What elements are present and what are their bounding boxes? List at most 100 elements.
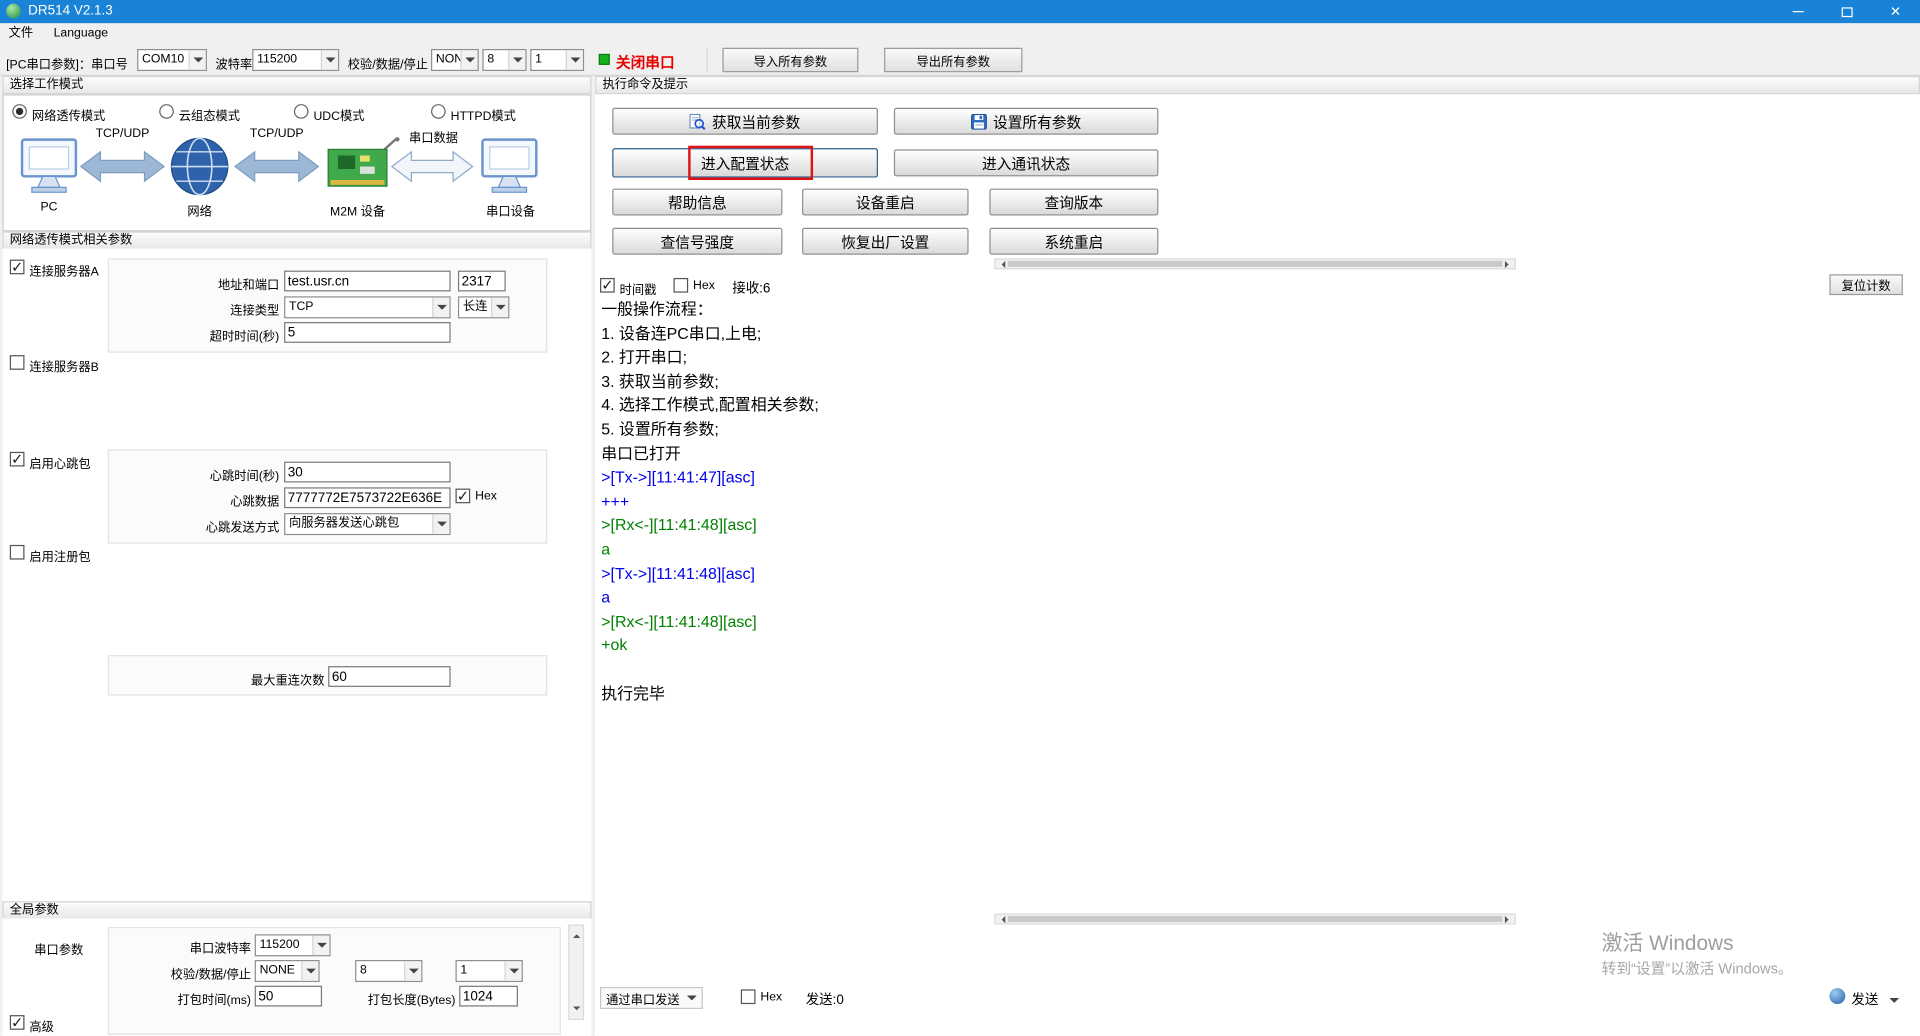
conn-type-select[interactable]: TCP bbox=[284, 296, 451, 318]
m2m-device-icon bbox=[328, 137, 399, 186]
mode-radio-httpd[interactable] bbox=[431, 104, 446, 119]
heartbeat-label: 启用心跳包 bbox=[29, 453, 90, 471]
g-parity-select[interactable]: NONE bbox=[255, 960, 320, 982]
export-params-button[interactable]: 导出所有参数 bbox=[884, 48, 1022, 72]
scroll-left-icon[interactable] bbox=[998, 915, 1005, 922]
menu-file[interactable]: 文件 bbox=[0, 23, 42, 44]
pack-len-label: 打包长度(Bytes) bbox=[353, 989, 456, 1007]
g-databits-select[interactable]: 8 bbox=[355, 960, 422, 982]
query-version-button[interactable]: 查询版本 bbox=[989, 189, 1158, 216]
scroll-right-icon[interactable] bbox=[1505, 260, 1512, 267]
enter-config-button[interactable]: 进入配置状态 bbox=[612, 148, 878, 177]
com-port-select[interactable]: COM10 bbox=[137, 49, 207, 71]
pack-len-input[interactable] bbox=[459, 986, 518, 1007]
heartbeat-checkbox[interactable] bbox=[10, 452, 25, 467]
chevron-down-icon[interactable] bbox=[566, 50, 583, 70]
get-params-label: 获取当前参数 bbox=[712, 111, 800, 132]
hb-data-label: 心跳数据 bbox=[157, 491, 279, 509]
chevron-down-icon[interactable] bbox=[432, 298, 449, 318]
chevron-down-icon[interactable] bbox=[460, 50, 477, 70]
baud-select[interactable]: 115200 bbox=[252, 49, 339, 71]
send-dropdown-icon[interactable] bbox=[1889, 998, 1899, 1008]
log-top-scrollbar[interactable] bbox=[994, 258, 1516, 269]
hb-time-input[interactable] bbox=[284, 462, 451, 483]
g-databits-value: 8 bbox=[356, 961, 404, 981]
minimize-icon bbox=[1792, 11, 1803, 12]
set-params-button[interactable]: 设置所有参数 bbox=[894, 108, 1158, 135]
log-line: >[Tx->][11:41:48][asc] bbox=[601, 561, 1917, 585]
left-panel-scrollbar[interactable] bbox=[568, 924, 584, 1020]
databits-select[interactable]: 8 bbox=[482, 49, 526, 71]
g-baud-select[interactable]: 115200 bbox=[255, 934, 331, 956]
scrollbar-thumb[interactable] bbox=[1008, 261, 1503, 267]
scroll-right-icon[interactable] bbox=[1505, 915, 1512, 922]
device-reboot-button[interactable]: 设备重启 bbox=[802, 189, 969, 216]
system-reboot-button[interactable]: 系统重启 bbox=[989, 228, 1158, 255]
close-port-button[interactable]: 关闭串口 bbox=[616, 51, 675, 72]
recv-hex-checkbox[interactable] bbox=[673, 278, 688, 293]
window-title: DR514 V2.1.3 bbox=[28, 0, 113, 23]
scrollbar-thumb[interactable] bbox=[1008, 916, 1503, 922]
parity-select[interactable]: NONE bbox=[431, 49, 479, 71]
reconnect-input[interactable] bbox=[328, 666, 450, 687]
g-stopbits-select[interactable]: 1 bbox=[456, 960, 523, 982]
advanced-checkbox[interactable] bbox=[10, 1015, 25, 1030]
stopbits-select[interactable]: 1 bbox=[530, 49, 584, 71]
chevron-down-icon[interactable] bbox=[312, 936, 329, 956]
chevron-down-icon[interactable] bbox=[491, 298, 508, 318]
chevron-down-icon[interactable] bbox=[404, 961, 421, 981]
register-label: 启用注册包 bbox=[29, 546, 90, 564]
hb-hex-checkbox[interactable] bbox=[456, 489, 471, 504]
send-button[interactable]: 发送 bbox=[1851, 989, 1878, 1009]
minimize-button[interactable] bbox=[1773, 0, 1822, 23]
help-button[interactable]: 帮助信息 bbox=[612, 189, 782, 216]
conn-type-label: 连接类型 bbox=[157, 300, 279, 318]
scroll-left-icon[interactable] bbox=[998, 260, 1005, 267]
chevron-down-icon[interactable] bbox=[504, 961, 521, 981]
query-signal-button[interactable]: 查信号强度 bbox=[612, 228, 782, 255]
conn-mode-select[interactable]: 长连 bbox=[458, 296, 509, 318]
chevron-down-icon[interactable] bbox=[189, 50, 206, 70]
baud-label: 波特率 bbox=[216, 54, 253, 72]
enter-comm-button[interactable]: 进入通讯状态 bbox=[894, 149, 1158, 176]
timestamp-checkbox[interactable] bbox=[600, 278, 615, 293]
log-line: 执行完毕 bbox=[601, 681, 1917, 705]
factory-reset-button[interactable]: 恢复出厂设置 bbox=[802, 228, 969, 255]
import-params-button[interactable]: 导入所有参数 bbox=[722, 48, 858, 72]
server-addr-input[interactable] bbox=[284, 271, 451, 292]
hb-mode-select[interactable]: 向服务器发送心跳包 bbox=[284, 513, 451, 535]
reset-count-button[interactable]: 复位计数 bbox=[1829, 274, 1902, 295]
activate-windows-line1: 激活 Windows bbox=[1602, 926, 1734, 957]
menu-language[interactable]: Language bbox=[45, 23, 117, 44]
send-hex-checkbox[interactable] bbox=[741, 989, 756, 1004]
query-signal-label: 查信号强度 bbox=[661, 231, 734, 252]
server-a-checkbox[interactable] bbox=[10, 260, 25, 275]
timeout-input[interactable] bbox=[284, 322, 451, 343]
mode-radio-net-passthrough[interactable] bbox=[12, 104, 27, 119]
register-checkbox[interactable] bbox=[10, 545, 25, 560]
mode-label-httpd: HTTPD模式 bbox=[451, 105, 516, 123]
chevron-down-icon[interactable] bbox=[301, 961, 318, 981]
log-bottom-scrollbar[interactable] bbox=[994, 913, 1516, 924]
pack-time-input[interactable] bbox=[255, 986, 322, 1007]
server-b-checkbox[interactable] bbox=[10, 355, 25, 370]
get-params-button[interactable]: 获取当前参数 bbox=[612, 108, 878, 135]
chevron-down-icon[interactable] bbox=[432, 514, 449, 534]
scroll-up-icon[interactable] bbox=[573, 931, 580, 938]
log-area[interactable]: 一般操作流程：1. 设备连PC串口,上电;2. 打开串口;3. 获取当前参数;4… bbox=[596, 298, 1917, 907]
send-via-dropdown[interactable]: 通过串口发送 bbox=[600, 987, 703, 1009]
device-reboot-label: 设备重启 bbox=[856, 192, 915, 213]
close-button[interactable]: ✕ bbox=[1871, 0, 1920, 23]
hb-data-input[interactable] bbox=[284, 487, 451, 508]
scroll-down-icon[interactable] bbox=[573, 1007, 580, 1014]
mode-radio-udc[interactable] bbox=[294, 104, 309, 119]
chevron-down-icon[interactable] bbox=[321, 50, 338, 70]
log-line: a bbox=[601, 537, 1917, 561]
pc-monitor-icon bbox=[22, 140, 76, 193]
recv-hex-label: Hex bbox=[693, 279, 715, 292]
server-port-input[interactable] bbox=[458, 271, 506, 292]
mode-radio-cloud[interactable] bbox=[159, 104, 174, 119]
maximize-button[interactable] bbox=[1822, 0, 1871, 23]
chevron-down-icon[interactable] bbox=[508, 50, 525, 70]
send-hex-label: Hex bbox=[760, 991, 782, 1004]
